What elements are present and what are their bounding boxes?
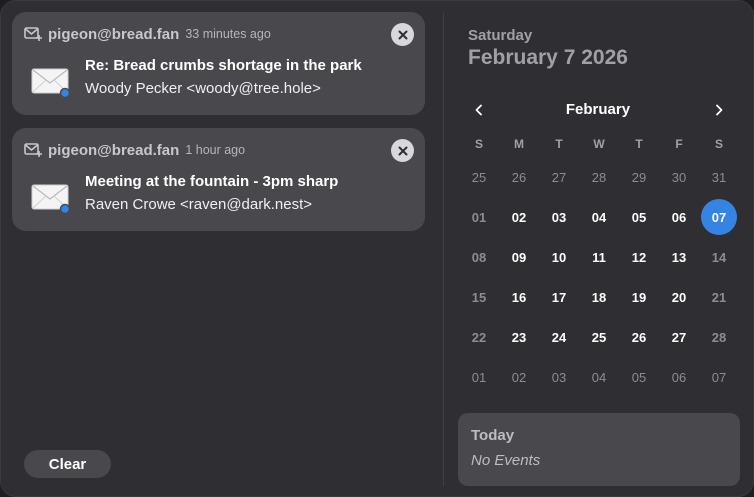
notification-card[interactable]: pigeon@bread.fan 33 minutes ago Re: Brea…: [12, 12, 425, 115]
notification-time: 1 hour ago: [185, 143, 246, 157]
calendar-day[interactable]: 02: [501, 199, 537, 235]
day-of-week-header: S: [474, 137, 483, 151]
day-of-week-header: F: [675, 137, 683, 151]
calendar-day[interactable]: 12: [621, 239, 657, 275]
calendar-day[interactable]: 08: [461, 239, 497, 275]
close-icon: [398, 146, 407, 155]
events-section[interactable]: Today No Events: [458, 413, 740, 486]
calendar-day[interactable]: 29: [621, 159, 657, 195]
chevron-right-icon: [716, 104, 723, 116]
calendar-day[interactable]: 28: [701, 319, 737, 355]
events-title: Today: [471, 427, 515, 444]
calendar-day[interactable]: 31: [701, 159, 737, 195]
current-date[interactable]: February 7 2026: [468, 46, 628, 70]
calendar-day[interactable]: 05: [621, 359, 657, 395]
column-divider: [443, 13, 444, 486]
notification-calendar-panel: pigeon@bread.fan 33 minutes ago Re: Brea…: [0, 0, 754, 497]
day-of-week-header: T: [555, 137, 563, 151]
calendar-day[interactable]: 26: [621, 319, 657, 355]
calendar-day[interactable]: 25: [461, 159, 497, 195]
calendar-day[interactable]: 18: [581, 279, 617, 315]
day-of-week-header: M: [514, 137, 524, 151]
month-label: February: [565, 101, 631, 118]
calendar-day[interactable]: 05: [621, 199, 657, 235]
calendar-day[interactable]: 09: [501, 239, 537, 275]
calendar-day[interactable]: 20: [661, 279, 697, 315]
day-of-week-header: S: [714, 137, 723, 151]
calendar-day-today[interactable]: 07: [701, 199, 737, 235]
calendar-day[interactable]: 16: [501, 279, 537, 315]
notification-card[interactable]: pigeon@bread.fan 1 hour ago Meeting at t…: [12, 128, 425, 231]
notification-subject: Re: Bread crumbs shortage in the park: [85, 57, 362, 74]
calendar-day[interactable]: 14: [701, 239, 737, 275]
no-events-label: No Events: [471, 452, 541, 469]
calendar-day[interactable]: 01: [461, 199, 497, 235]
calendar-day[interactable]: 04: [581, 359, 617, 395]
calendar-day[interactable]: 13: [661, 239, 697, 275]
current-weekday[interactable]: Saturday: [468, 27, 532, 44]
calendar-day[interactable]: 01: [461, 359, 497, 395]
previous-month-button[interactable]: [469, 100, 489, 120]
notification-sender: Raven Crowe <raven@dark.nest>: [85, 196, 313, 213]
calendar-day[interactable]: 03: [541, 359, 577, 395]
calendar-day[interactable]: 17: [541, 279, 577, 315]
calendar-day[interactable]: 21: [701, 279, 737, 315]
calendar-day[interactable]: 25: [581, 319, 617, 355]
calendar-day[interactable]: 06: [661, 199, 697, 235]
mail-app-icon: [24, 27, 42, 41]
calendar-day[interactable]: 22: [461, 319, 497, 355]
close-notification-button[interactable]: [391, 139, 414, 162]
notification-account: pigeon@bread.fan: [48, 25, 180, 43]
notification-header: pigeon@bread.fan 1 hour ago: [24, 140, 245, 160]
calendar-day[interactable]: 30: [661, 159, 697, 195]
calendar-day[interactable]: 26: [501, 159, 537, 195]
close-notification-button[interactable]: [391, 23, 414, 46]
calendar-day[interactable]: 07: [701, 359, 737, 395]
calendar-day[interactable]: 27: [541, 159, 577, 195]
notification-account: pigeon@bread.fan: [48, 141, 180, 159]
calendar-day[interactable]: 23: [501, 319, 537, 355]
calendar-day[interactable]: 11: [581, 239, 617, 275]
calendar-day[interactable]: 27: [661, 319, 697, 355]
calendar-day[interactable]: 03: [541, 199, 577, 235]
calendar-day[interactable]: 04: [581, 199, 617, 235]
calendar-day[interactable]: 15: [461, 279, 497, 315]
mail-icon: [31, 184, 71, 214]
calendar-day[interactable]: 28: [581, 159, 617, 195]
calendar-day[interactable]: 06: [661, 359, 697, 395]
notification-time: 33 minutes ago: [185, 27, 271, 41]
mail-icon: [31, 68, 71, 98]
calendar-day[interactable]: 19: [621, 279, 657, 315]
close-icon: [398, 30, 407, 39]
calendar-day[interactable]: 02: [501, 359, 537, 395]
day-of-week-header: T: [635, 137, 643, 151]
day-of-week-header: W: [593, 137, 605, 151]
mail-app-icon: [24, 143, 42, 157]
calendar-day[interactable]: 10: [541, 239, 577, 275]
chevron-left-icon: [475, 104, 482, 116]
notification-header: pigeon@bread.fan 33 minutes ago: [24, 24, 271, 44]
clear-notifications-button[interactable]: Clear: [24, 450, 111, 478]
notification-sender: Woody Pecker <woody@tree.hole>: [85, 80, 321, 97]
next-month-button[interactable]: [709, 100, 729, 120]
calendar-day[interactable]: 24: [541, 319, 577, 355]
notification-subject: Meeting at the fountain - 3pm sharp: [85, 173, 339, 190]
